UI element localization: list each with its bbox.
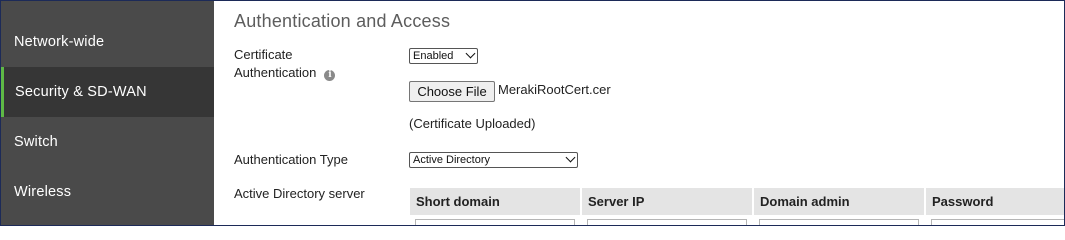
certificate-label-line2: Authentication: [234, 65, 317, 80]
sidebar-item-wireless[interactable]: Wireless: [1, 167, 214, 217]
chevron-down-icon: [465, 48, 476, 59]
certificate-label-line1: Certificate: [234, 47, 293, 62]
sidebar-item-security-sd-wan[interactable]: Security & SD-WAN: [1, 67, 214, 117]
short-domain-input[interactable]: [415, 219, 575, 225]
column-header-short-domain: Short domain: [410, 188, 580, 215]
chevron-down-icon: [565, 152, 576, 163]
main-content: Authentication and Access Certificate Au…: [214, 1, 1064, 225]
column-header-password: Password: [926, 188, 1064, 215]
column-header-server-ip: Server IP: [582, 188, 752, 215]
sidebar: Network-wide Security & SD-WAN Switch Wi…: [1, 1, 214, 225]
domain-admin-input[interactable]: [759, 219, 919, 225]
sidebar-item-label: Network-wide: [14, 34, 105, 50]
active-directory-server-label: Active Directory server: [234, 186, 365, 201]
sidebar-item-network-wide[interactable]: Network-wide: [1, 17, 214, 67]
column-header-domain-admin: Domain admin: [754, 188, 924, 215]
sidebar-item-switch[interactable]: Switch: [1, 117, 214, 167]
password-input[interactable]: [931, 219, 1064, 225]
sidebar-item-label: Wireless: [14, 184, 72, 200]
certificate-authentication-select-value: Enabled: [413, 50, 454, 62]
certificate-status-text: (Certificate Uploaded): [409, 116, 536, 131]
certificate-authentication-label: Certificate Authentication i: [234, 46, 336, 82]
certificate-authentication-select[interactable]: Enabled: [409, 48, 478, 64]
authentication-type-select[interactable]: Active Directory: [409, 152, 578, 168]
page-title: Authentication and Access: [234, 11, 451, 31]
info-icon[interactable]: i: [324, 70, 336, 81]
choose-file-button[interactable]: Choose File: [409, 81, 495, 102]
sidebar-item-label: Switch: [14, 134, 58, 150]
app-window: Network-wide Security & SD-WAN Switch Wi…: [0, 0, 1065, 226]
certificate-label-line2-row: Authentication i: [234, 64, 336, 82]
server-ip-input[interactable]: [587, 219, 747, 225]
authentication-type-label: Authentication Type: [234, 152, 348, 167]
sidebar-item-label: Security & SD-WAN: [15, 84, 147, 100]
selected-file-name: MerakiRootCert.cer: [498, 82, 611, 97]
authentication-type-select-value: Active Directory: [413, 154, 491, 166]
